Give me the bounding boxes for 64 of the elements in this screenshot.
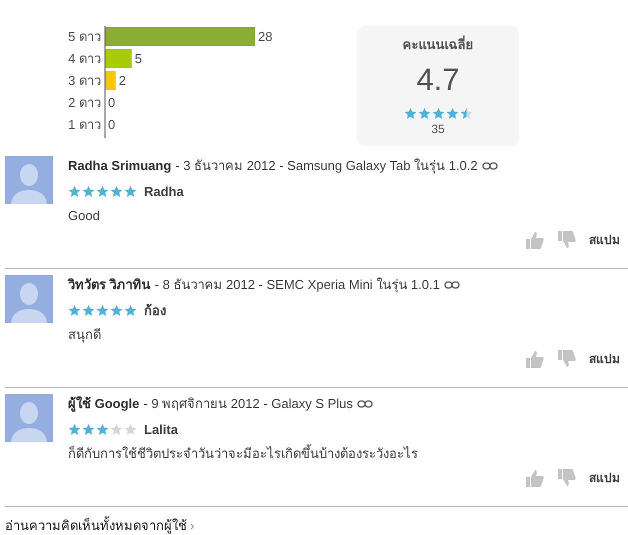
star-icon	[96, 304, 109, 317]
star-icon	[110, 304, 123, 317]
spam-link[interactable]: สแปม	[589, 350, 620, 368]
star-icon	[68, 184, 81, 198]
star-icon	[110, 422, 123, 436]
thumbs-up-icon[interactable]	[525, 468, 545, 488]
bar	[105, 71, 116, 90]
spam-link[interactable]: สแปม	[589, 230, 620, 248]
thumbs-up-icon[interactable]	[525, 230, 545, 250]
star-icon	[124, 184, 137, 198]
bar	[105, 49, 132, 68]
review-title: Lalita	[144, 420, 178, 438]
review-meta: - 3 ธันวาคม 2012 - Samsung Galaxy Tab ในรุ่น 1.0.2	[175, 157, 478, 176]
axis-label: 3 ดาว	[68, 73, 101, 88]
star-icon	[418, 106, 430, 120]
rating-count: 35	[431, 120, 445, 138]
axis-label: 5 ดาว	[68, 29, 101, 44]
value-label: 5	[134, 51, 142, 66]
review-meta: - 9 พฤศจิกายน 2012 - Galaxy S Plus	[143, 395, 353, 413]
read-all-link[interactable]: อ่านความคิดเห็นทั้งหมดจากผู้ใช้	[5, 516, 187, 535]
thumbs-up-icon[interactable]	[525, 348, 545, 368]
star-icon	[68, 304, 81, 317]
star-icon	[82, 422, 95, 436]
star-icon	[96, 184, 109, 198]
review-body: สนุกดี	[68, 326, 102, 344]
star-icon	[446, 106, 458, 120]
star-icon	[68, 422, 81, 436]
value-label: 2	[118, 73, 126, 88]
author-name[interactable]: ผู้ใช้ Google	[68, 394, 140, 414]
review-body: ก็ดีกับการใช้ชีวิตประจำวันว่าจะมีอะไรเกิดขึ้นบ้างต้องระวังอะไร	[68, 444, 419, 463]
thumbs-down-icon[interactable]	[557, 230, 577, 250]
axis-label: 4 ดาว	[68, 51, 101, 66]
link-icon[interactable]	[482, 162, 498, 170]
average-score: 4.7	[416, 60, 460, 98]
review-body: Good	[68, 207, 101, 225]
card-title: คะแนนเฉลี่ย	[402, 35, 474, 54]
author-name[interactable]: วิทวัตร วิภาทิน	[68, 275, 151, 294]
review-title: ก้อง	[144, 302, 166, 320]
star-icon	[82, 184, 95, 198]
avatar-icon	[5, 394, 53, 442]
spam-link[interactable]: สแปม	[589, 468, 620, 486]
avatar-icon	[5, 156, 53, 204]
value-label: 28	[258, 29, 272, 44]
value-label: 0	[108, 95, 116, 110]
star-icon	[82, 304, 95, 317]
thumbs-down-icon[interactable]	[557, 348, 577, 368]
star-icon	[460, 106, 472, 120]
value-label: 0	[108, 117, 116, 132]
author-name[interactable]: Radha Srimuang	[68, 156, 172, 176]
review-meta: - 8 ธันวาคม 2012 - SEMC Xperia Mini ในรุ่น 1.0.1	[154, 276, 440, 294]
chevron-icon: ›	[190, 516, 194, 535]
avatar-icon	[5, 275, 53, 323]
thumbs-down-icon[interactable]	[557, 468, 577, 488]
star-icon	[96, 422, 109, 436]
star-icon	[404, 106, 416, 120]
star-icon	[124, 304, 137, 317]
link-icon[interactable]	[444, 280, 460, 289]
star-icon	[110, 184, 123, 198]
star-icon	[432, 106, 444, 120]
axis-label: 2 ดาว	[68, 95, 101, 110]
axis-label: 1 ดาว	[68, 117, 101, 132]
review-title: Radha	[144, 182, 184, 200]
star-icon	[124, 422, 137, 436]
link-icon[interactable]	[356, 400, 373, 408]
